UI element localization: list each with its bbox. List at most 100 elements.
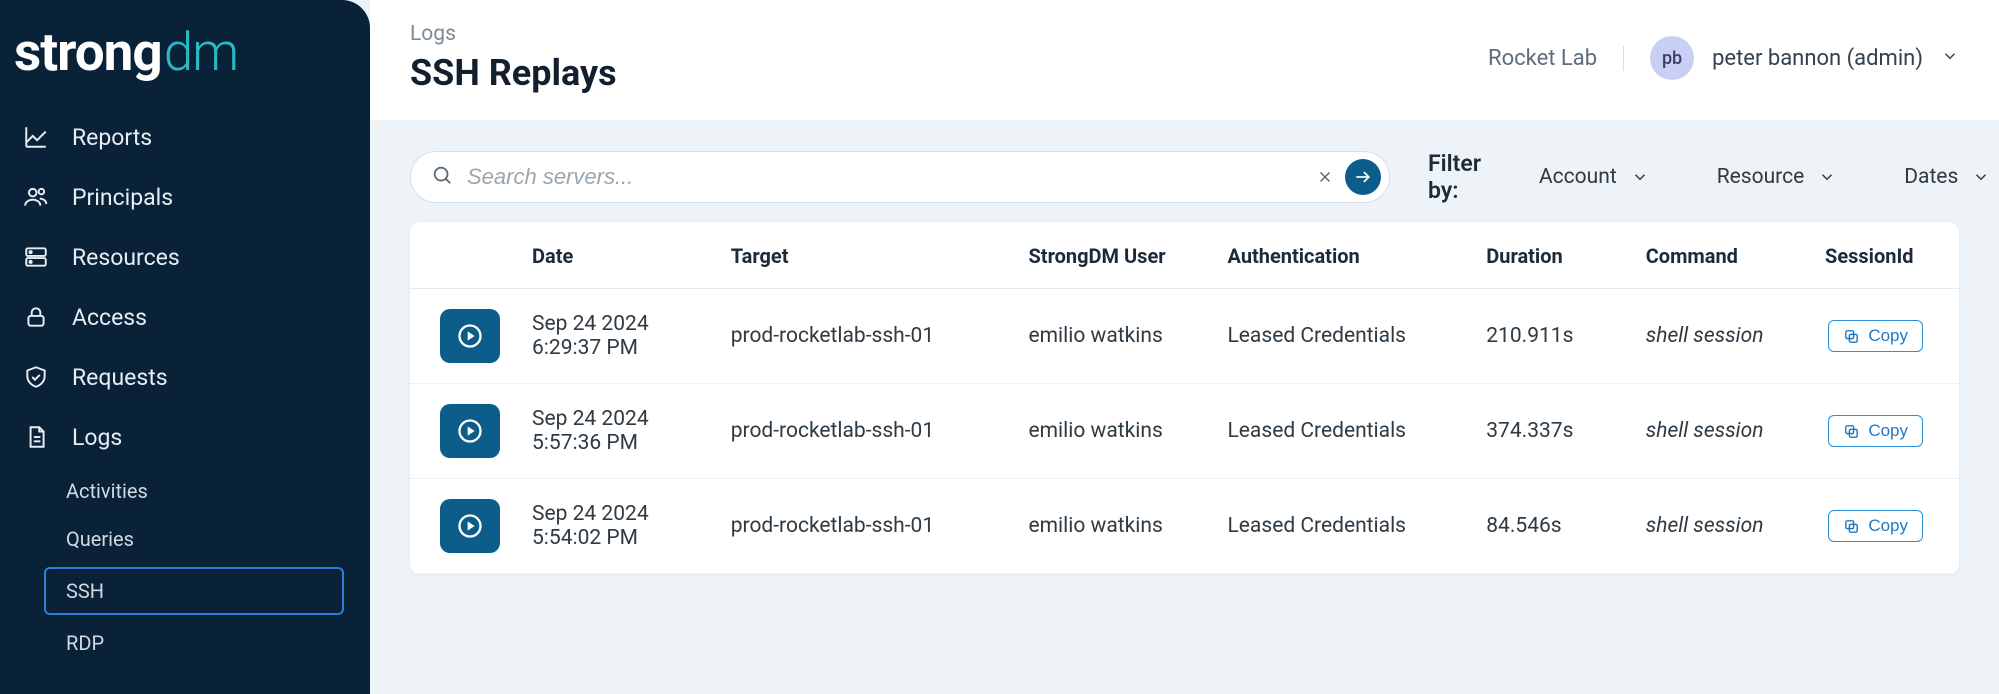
cell-auth: Leased Credentials xyxy=(1211,479,1470,574)
copy-label: Copy xyxy=(1868,326,1908,346)
sidebar-item-reports[interactable]: Reports xyxy=(0,107,364,167)
sidebar-subitem-label: SSH xyxy=(66,579,104,603)
date-line1: Sep 24 2024 xyxy=(532,312,699,336)
search-box xyxy=(410,151,1390,203)
avatar: pb xyxy=(1650,36,1694,80)
date-line1: Sep 24 2024 xyxy=(532,502,699,526)
date-line1: Sep 24 2024 xyxy=(532,407,699,431)
cell-target: prod-rocketlab-ssh-01 xyxy=(715,479,1013,574)
date-line2: 5:57:36 PM xyxy=(532,431,699,455)
sidebar-subitem-queries[interactable]: Queries xyxy=(0,515,364,563)
user-menu[interactable]: pb peter bannon (admin) xyxy=(1650,36,1959,80)
sidebar-subitem-label: Activities xyxy=(66,479,148,503)
chart-line-icon xyxy=(22,123,50,151)
play-replay-button[interactable] xyxy=(440,499,500,553)
search-icon xyxy=(431,164,453,190)
sidebar-item-principals[interactable]: Principals xyxy=(0,167,364,227)
cell-date: Sep 24 20245:54:02 PM xyxy=(516,479,715,574)
sidebar-item-label: Access xyxy=(72,304,147,331)
users-icon xyxy=(22,183,50,211)
search-submit-button[interactable] xyxy=(1345,159,1381,195)
sidebar-item-label: Requests xyxy=(72,364,168,391)
sidebar-item-requests[interactable]: Requests xyxy=(0,347,364,407)
server-icon xyxy=(22,243,50,271)
shield-check-icon xyxy=(22,363,50,391)
sidebar-subitem-activities[interactable]: Activities xyxy=(0,467,364,515)
cell-duration: 84.546s xyxy=(1470,479,1629,574)
table-row: Sep 24 20246:29:37 PMprod-rocketlab-ssh-… xyxy=(410,289,1959,384)
col-dur: Duration xyxy=(1470,222,1629,289)
cell-duration: 374.337s xyxy=(1470,384,1629,479)
cell-date: Sep 24 20245:57:36 PM xyxy=(516,384,715,479)
table-row: Sep 24 20245:57:36 PMprod-rocketlab-ssh-… xyxy=(410,384,1959,479)
copy-sessionid-button[interactable]: Copy xyxy=(1828,510,1923,542)
filter-account[interactable]: Account xyxy=(1529,157,1659,197)
sidebar-item-logs[interactable]: Logs xyxy=(0,407,364,467)
user-display-name: peter bannon (admin) xyxy=(1712,46,1923,71)
filter-by-label: Filter by: xyxy=(1428,150,1481,204)
sidebar: strongdm Reports Principals Resources xyxy=(0,0,370,694)
sidebar-subitem-ssh[interactable]: SSH xyxy=(44,567,344,615)
filter-label: Dates xyxy=(1904,165,1958,189)
cell-play xyxy=(410,479,516,574)
copy-icon xyxy=(1843,518,1860,535)
table-header-row: Date Target StrongDM User Authentication… xyxy=(410,222,1959,289)
org-name: Rocket Lab xyxy=(1488,46,1624,71)
table-row: Sep 24 20245:54:02 PMprod-rocketlab-ssh-… xyxy=(410,479,1959,574)
cell-auth: Leased Credentials xyxy=(1211,384,1470,479)
cell-duration: 210.911s xyxy=(1470,289,1629,384)
filter-label: Account xyxy=(1539,165,1617,189)
copy-icon xyxy=(1843,328,1860,345)
filter-resource[interactable]: Resource xyxy=(1707,157,1847,197)
search-input[interactable] xyxy=(453,164,1313,190)
copy-sessionid-button[interactable]: Copy xyxy=(1828,415,1923,447)
col-sid: SessionId xyxy=(1809,222,1959,289)
col-cmd: Command xyxy=(1630,222,1809,289)
date-line2: 5:54:02 PM xyxy=(532,526,699,550)
cell-auth: Leased Credentials xyxy=(1211,289,1470,384)
cell-target: prod-rocketlab-ssh-01 xyxy=(715,289,1013,384)
col-target: Target xyxy=(715,222,1013,289)
cell-user: emilio watkins xyxy=(1012,384,1211,479)
copy-sessionid-button[interactable]: Copy xyxy=(1828,320,1923,352)
page-title: SSH Replays xyxy=(410,52,1488,94)
sidebar-item-label: Reports xyxy=(72,124,152,151)
cell-command: shell session xyxy=(1630,479,1809,574)
filter-dates[interactable]: Dates xyxy=(1894,157,1999,197)
cell-play xyxy=(410,384,516,479)
cell-sessionid: Copy xyxy=(1809,479,1959,574)
cell-sessionid: Copy xyxy=(1809,289,1959,384)
date-line2: 6:29:37 PM xyxy=(532,336,699,360)
sidebar-item-label: Principals xyxy=(72,184,173,211)
header-left: Logs SSH Replays xyxy=(410,22,1488,94)
cell-command: shell session xyxy=(1630,289,1809,384)
play-replay-button[interactable] xyxy=(440,309,500,363)
main: Logs SSH Replays Rocket Lab pb peter ban… xyxy=(370,0,1999,694)
copy-label: Copy xyxy=(1868,421,1908,441)
col-user: StrongDM User xyxy=(1012,222,1211,289)
cell-command: shell session xyxy=(1630,384,1809,479)
lock-icon xyxy=(22,303,50,331)
breadcrumb: Logs xyxy=(410,22,1488,46)
sidebar-subitem-rdp[interactable]: RDP xyxy=(0,619,364,667)
sidebar-item-access[interactable]: Access xyxy=(0,287,364,347)
copy-label: Copy xyxy=(1868,516,1908,536)
cell-target: prod-rocketlab-ssh-01 xyxy=(715,384,1013,479)
sidebar-item-resources[interactable]: Resources xyxy=(0,227,364,287)
document-icon xyxy=(22,423,50,451)
copy-icon xyxy=(1843,423,1860,440)
col-auth: Authentication xyxy=(1211,222,1470,289)
col-play xyxy=(410,222,516,289)
chevron-down-icon xyxy=(1941,47,1959,69)
cell-user: emilio watkins xyxy=(1012,289,1211,384)
toolbar: Filter by: Account Resource Dates xyxy=(370,120,1999,222)
play-replay-button[interactable] xyxy=(440,404,500,458)
cell-sessionid: Copy xyxy=(1809,384,1959,479)
logo: strongdm xyxy=(0,0,370,107)
logo-strong: strong xyxy=(14,26,162,79)
filter-label: Resource xyxy=(1717,165,1805,189)
cell-play xyxy=(410,289,516,384)
cell-date: Sep 24 20246:29:37 PM xyxy=(516,289,715,384)
clear-search-button[interactable] xyxy=(1313,165,1337,189)
sidebar-subitem-label: Queries xyxy=(66,527,134,551)
